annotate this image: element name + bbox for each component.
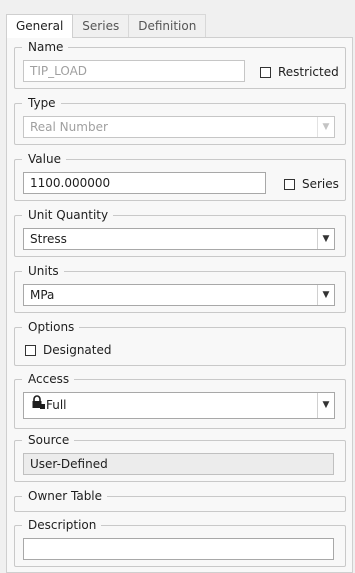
unit-quantity-label: Unit Quantity (22, 208, 114, 222)
access-select-value: Full (46, 398, 67, 412)
owner-table-group: Owner Table (14, 489, 346, 512)
designated-checkbox-label: Designated (43, 343, 112, 357)
designated-checkbox[interactable]: Designated (25, 343, 112, 357)
access-select[interactable]: Full ▼ (23, 392, 335, 419)
type-select-value: Real Number (30, 120, 108, 134)
description-group: Description (14, 518, 346, 567)
value-label: Value (22, 152, 66, 166)
owner-table-label: Owner Table (22, 489, 108, 503)
chevron-down-icon: ▼ (317, 117, 334, 137)
tab-definition[interactable]: Definition (128, 14, 207, 37)
tab-general[interactable]: General (6, 14, 74, 38)
tab-bar: General Series Definition (6, 14, 207, 38)
access-label: Access (22, 372, 75, 386)
type-label: Type (22, 96, 61, 110)
description-label: Description (22, 518, 102, 532)
units-label: Units (22, 264, 64, 278)
designated-checkbox-box[interactable] (25, 344, 36, 356)
options-group: Options Designated (14, 320, 346, 366)
unit-quantity-select-value: Stress (30, 232, 67, 246)
unit-quantity-select[interactable]: Stress ▼ (23, 228, 335, 250)
restricted-checkbox-box[interactable] (260, 66, 271, 78)
name-group: Name TIP_LOAD Restricted (14, 40, 346, 89)
name-label: Name (22, 40, 69, 54)
units-select[interactable]: MPa ▼ (23, 284, 335, 306)
series-checkbox-box[interactable] (284, 178, 295, 190)
value-input[interactable]: 1100.000000 (23, 172, 266, 194)
chevron-down-icon[interactable]: ▼ (317, 285, 334, 305)
restricted-checkbox-label: Restricted (278, 65, 339, 79)
units-select-value: MPa (30, 288, 55, 302)
source-label: Source (22, 433, 75, 447)
tab-series[interactable]: Series (72, 14, 130, 37)
description-input[interactable] (23, 538, 334, 560)
series-checkbox-label: Series (302, 177, 339, 191)
type-select[interactable]: Real Number ▼ (23, 116, 335, 138)
series-checkbox[interactable]: Series (284, 177, 339, 191)
name-input[interactable]: TIP_LOAD (23, 60, 245, 82)
units-group: Units MPa ▼ (14, 264, 346, 313)
unit-quantity-group: Unit Quantity Stress ▼ (14, 208, 346, 257)
options-label: Options (22, 320, 80, 334)
value-group: Value 1100.000000 Series (14, 152, 346, 201)
type-group: Type Real Number ▼ (14, 96, 346, 145)
restricted-checkbox[interactable]: Restricted (260, 65, 339, 79)
lock-icon (31, 393, 45, 418)
chevron-down-icon[interactable]: ▼ (317, 393, 334, 418)
chevron-down-icon[interactable]: ▼ (317, 229, 334, 249)
source-field: User-Defined (23, 453, 334, 475)
access-group: Access Full ▼ (14, 372, 346, 429)
source-group: Source User-Defined (14, 433, 346, 482)
